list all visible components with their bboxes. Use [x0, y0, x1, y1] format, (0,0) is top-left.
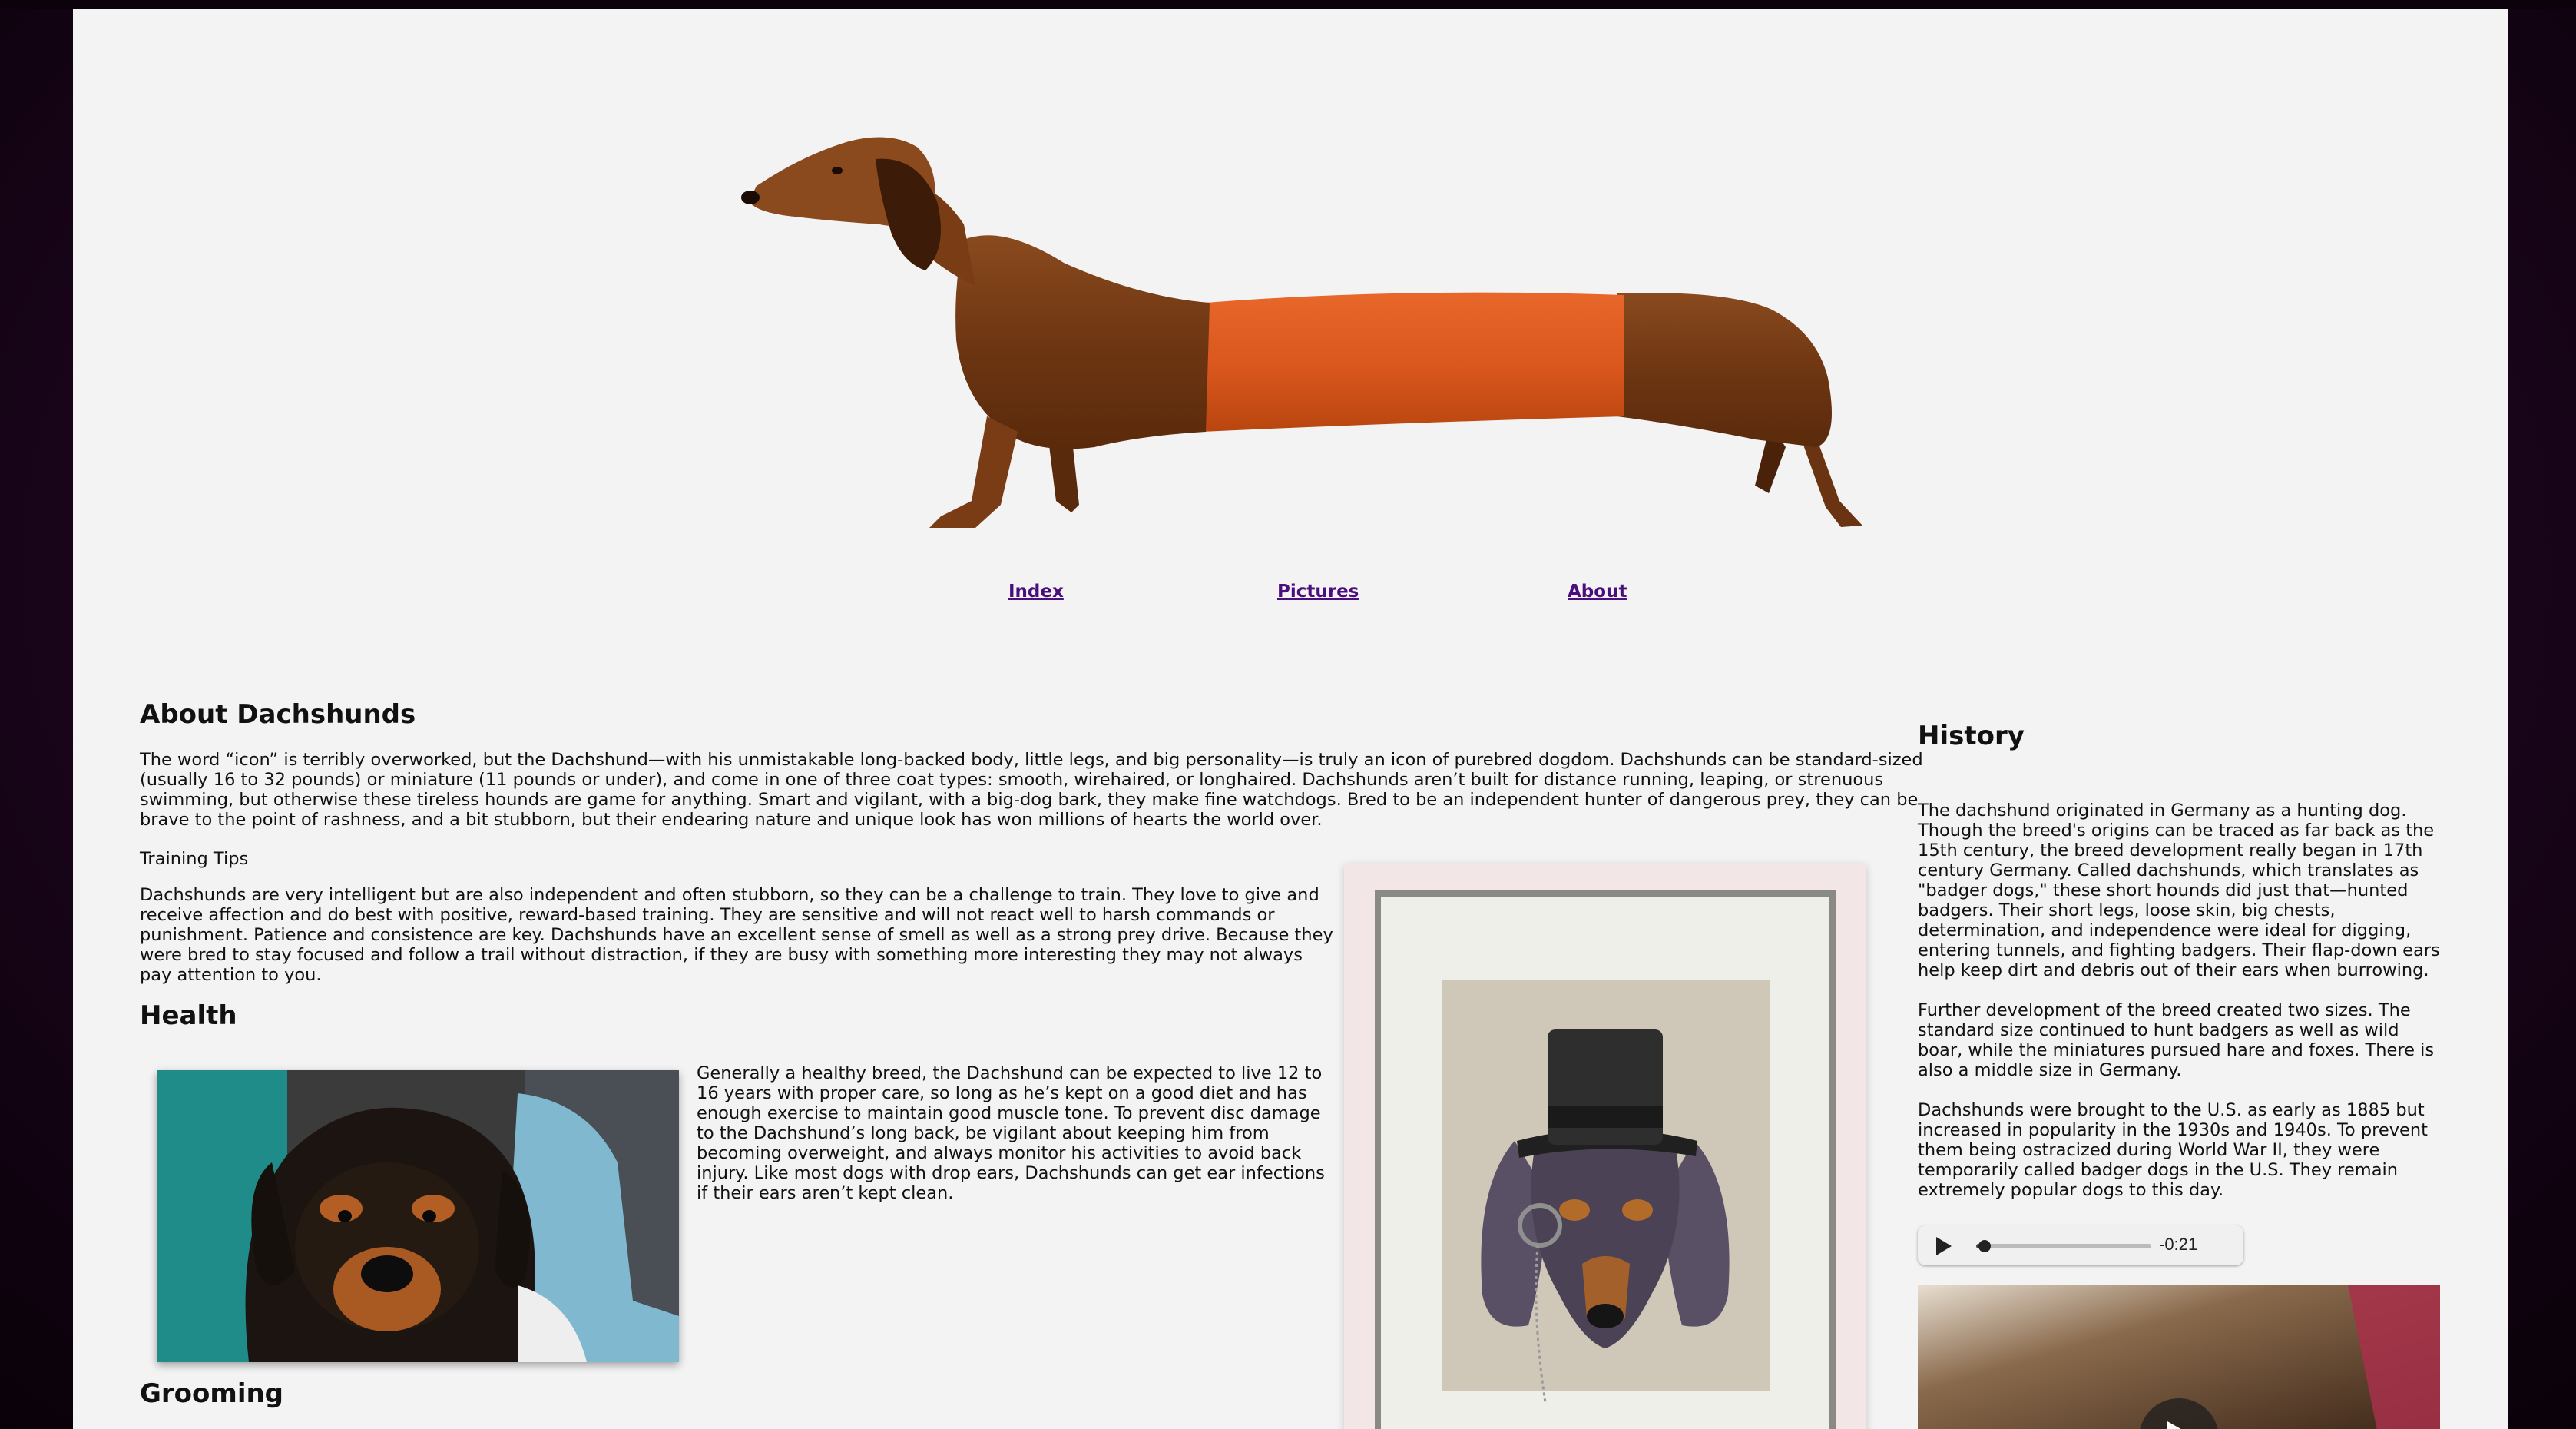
- nav-link-index[interactable]: Index: [1008, 582, 1064, 602]
- history-heading: History: [1918, 721, 2025, 751]
- history-paragraph-1: The dachshund originated in Germany as a…: [1918, 801, 2440, 980]
- training-paragraph: Dachshunds are very intelligent but are …: [140, 885, 1333, 985]
- video-player[interactable]: [1918, 1285, 2440, 1429]
- training-tips-label: Training Tips: [140, 849, 249, 869]
- about-heading: About Dachshunds: [140, 699, 416, 730]
- history-paragraph-2: Further development of the breed created…: [1918, 1000, 2435, 1080]
- audio-player[interactable]: -0:21: [1918, 1225, 2243, 1265]
- health-heading: Health: [140, 1000, 237, 1031]
- framed-dachshund-painting: [1344, 864, 1866, 1429]
- grooming-heading: Grooming: [140, 1378, 284, 1409]
- health-paragraph: Generally a healthy breed, the Dachshund…: [697, 1063, 1325, 1203]
- about-intro-paragraph: The word “icon” is terribly overworked, …: [140, 750, 1923, 830]
- nav-link-pictures[interactable]: Pictures: [1277, 582, 1359, 602]
- audio-time: -0:21: [2159, 1235, 2198, 1254]
- top-bar: [0, 0, 2576, 9]
- play-icon[interactable]: [1936, 1237, 1952, 1255]
- hero-dachshund-image: [741, 137, 1862, 528]
- audio-progress-track[interactable]: [1976, 1240, 2151, 1252]
- health-dog-photo: [157, 1070, 679, 1362]
- nav-link-about[interactable]: About: [1568, 582, 1627, 602]
- history-paragraph-3: Dachshunds were brought to the U.S. as e…: [1918, 1100, 2428, 1200]
- audio-progress-knob[interactable]: [1978, 1240, 1991, 1252]
- page-container: Index Pictures About About Dachshunds Th…: [73, 9, 2508, 1429]
